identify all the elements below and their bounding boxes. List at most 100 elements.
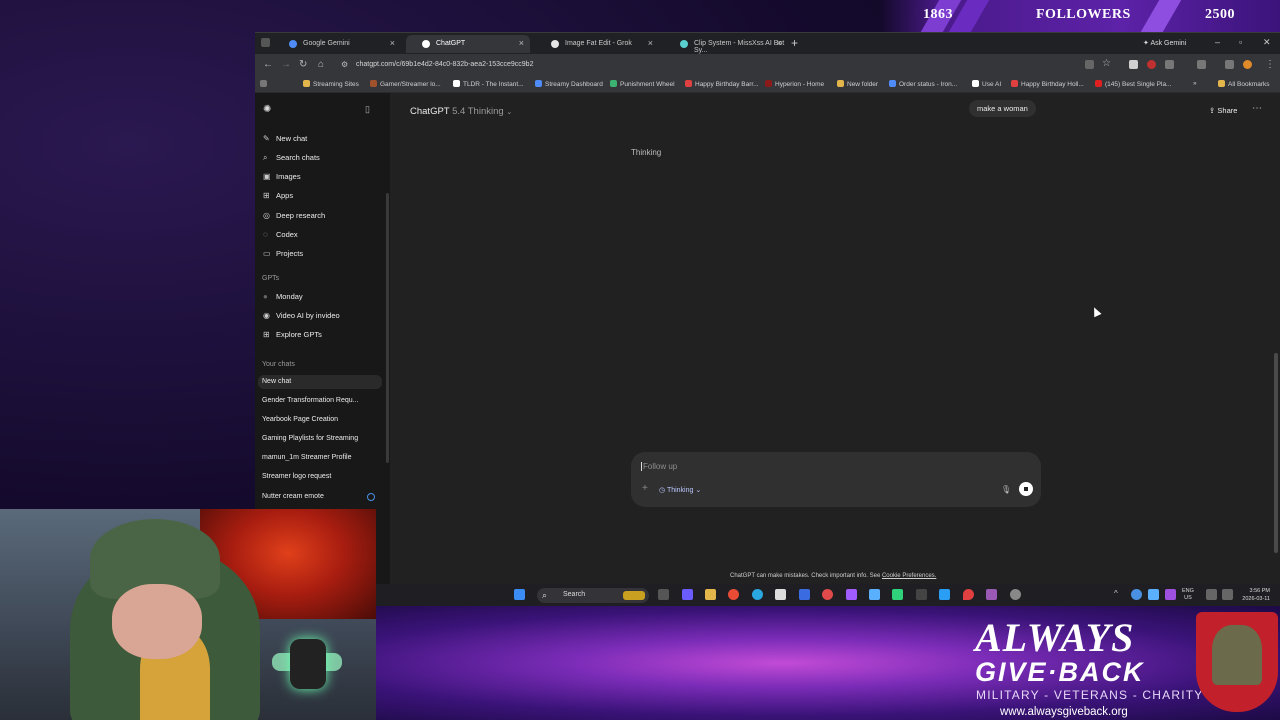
chat-item[interactable]: Nutter cream emote <box>262 493 324 500</box>
sidebar-item-images[interactable]: ▣ Images <box>263 172 301 181</box>
more-bookmarks-icon[interactable]: » <box>1193 80 1197 87</box>
file-explorer-icon[interactable] <box>705 589 716 600</box>
tab-clip-system[interactable]: Clip System - MissXss AI Bot Sy... × <box>664 35 788 54</box>
close-icon[interactable]: × <box>777 38 782 48</box>
plus-icon[interactable]: + <box>642 483 648 494</box>
app-icon[interactable] <box>682 589 693 600</box>
app-icon[interactable] <box>939 589 950 600</box>
bookmark-item[interactable]: Hyperion - Home <box>765 80 824 88</box>
new-tab-icon[interactable]: + <box>791 36 798 50</box>
star-icon[interactable]: ☆ <box>1102 58 1111 69</box>
sidebar-item-explore-gpts[interactable]: ⊞ Explore GPTs <box>263 330 322 339</box>
bookmark-item[interactable]: (145) Best Single Pla... <box>1095 80 1171 88</box>
ask-gemini-button[interactable]: ✦ Ask Gemini <box>1143 39 1186 47</box>
tab-chatgpt[interactable]: ChatGPT × <box>406 35 530 53</box>
close-icon[interactable]: × <box>519 38 524 48</box>
start-icon[interactable] <box>514 589 525 600</box>
volume-icon[interactable] <box>1222 589 1233 600</box>
bookmark-item[interactable]: Gamer/Streamer lo... <box>370 80 441 88</box>
app-icon[interactable] <box>892 589 903 600</box>
chat-item[interactable]: Streamer logo request <box>262 473 331 480</box>
close-icon[interactable]: × <box>390 38 395 48</box>
sidebar-item-apps[interactable]: ⊞ Apps <box>263 191 293 200</box>
taskbar-search[interactable]: ⌕ Search <box>537 588 649 603</box>
tray-icon[interactable] <box>1148 589 1159 600</box>
chat-item[interactable]: Gender Transformation Requ... <box>262 397 359 404</box>
reload-icon[interactable]: ↻ <box>299 59 307 70</box>
thinking-mode-button[interactable]: ◷ Thinking ⌄ <box>659 486 701 494</box>
sidebar-scrollbar[interactable] <box>386 193 389 463</box>
close-icon[interactable]: × <box>648 38 653 48</box>
tray-icon[interactable] <box>1165 589 1176 600</box>
bookmark-item[interactable]: TLDR - The Instant... <box>453 80 524 88</box>
app-icon[interactable] <box>869 589 880 600</box>
kebab-menu-icon[interactable]: ⋮ <box>1265 59 1275 70</box>
tab-google-gemini[interactable]: Google Gemini × <box>273 35 401 53</box>
bookmark-item[interactable]: Streaming Sites <box>303 80 359 88</box>
extension-icon[interactable] <box>1165 60 1174 69</box>
extension-icon[interactable] <box>1129 60 1138 69</box>
chevron-up-icon[interactable]: ^ <box>1114 589 1118 598</box>
follow-up-input[interactable]: Follow up <box>641 462 677 471</box>
task-view-icon[interactable] <box>658 589 669 600</box>
mail-icon[interactable] <box>799 589 810 600</box>
chat-item[interactable]: mamun_1m Streamer Profile <box>262 454 351 461</box>
sidebar-item-codex[interactable]: ◌ Codex <box>263 230 298 239</box>
taskbar-clock[interactable]: 3:56 PM 2026-03-11 <box>1236 587 1270 603</box>
sidebar-item-projects[interactable]: ▭ Projects <box>263 249 303 258</box>
page-icon[interactable] <box>1085 60 1094 69</box>
forward-icon[interactable]: → <box>281 59 291 70</box>
chat-item[interactable]: Gaming Playlists for Streaming <box>262 435 358 442</box>
downloads-icon[interactable] <box>1225 60 1234 69</box>
tab-grok[interactable]: Image Fat Edit - Grok × <box>535 35 659 53</box>
language-indicator[interactable]: ENG US <box>1182 588 1194 602</box>
site-info-icon[interactable]: ⚙ <box>341 60 348 69</box>
sidebar-toggle-icon[interactable]: ▯ <box>365 104 370 115</box>
soldier-icon <box>1212 625 1262 685</box>
network-icon[interactable] <box>1206 589 1217 600</box>
store-icon[interactable] <box>775 589 786 600</box>
main-scrollbar[interactable] <box>1274 353 1278 553</box>
bookmark-item[interactable]: Use AI <box>972 80 1001 88</box>
app-icon[interactable] <box>846 589 857 600</box>
apps-bookmark-icon[interactable] <box>260 80 270 88</box>
tray-icon[interactable] <box>1131 589 1142 600</box>
sidebar-item-new-chat[interactable]: ✎ New chat <box>263 134 307 143</box>
all-bookmarks[interactable]: All Bookmarks <box>1218 80 1270 88</box>
tab-search-icon[interactable] <box>261 38 270 47</box>
share-button[interactable]: ⇪ Share <box>1209 106 1237 115</box>
app-icon[interactable] <box>986 589 997 600</box>
sidebar-item-deep-research[interactable]: ◎ Deep research <box>263 211 325 220</box>
cookie-preferences-link[interactable]: Cookie Preferences. <box>882 573 936 579</box>
home-icon[interactable]: ⌂ <box>318 59 324 70</box>
back-icon[interactable]: ← <box>263 59 273 70</box>
extension-icon[interactable] <box>1147 60 1156 69</box>
minimize-icon[interactable]: – <box>1215 37 1220 47</box>
app-icon[interactable] <box>822 589 833 600</box>
sidebar-item-invideo[interactable]: ◉ Video AI by invideo <box>263 311 340 320</box>
bookmark-item[interactable]: New folder <box>837 80 878 88</box>
bookmark-item[interactable]: Punishment Wheel <box>610 80 675 88</box>
sidebar-item-monday[interactable]: ● Monday <box>263 292 303 301</box>
bookmark-item[interactable]: Streamy Dashboard <box>535 80 603 88</box>
url-field[interactable]: chatgpt.com/c/69b1e4d2-84c0-832b-aea2-15… <box>356 61 533 68</box>
microphone-icon[interactable]: 🎙 <box>1001 485 1011 494</box>
window-close-icon[interactable]: ✕ <box>1263 37 1271 48</box>
maximize-icon[interactable]: ▫ <box>1239 37 1242 47</box>
settings-icon[interactable] <box>1010 589 1021 600</box>
chrome-icon[interactable] <box>728 589 739 600</box>
chat-item[interactable]: New chat <box>262 378 291 385</box>
bookmark-item[interactable]: Order status - Iron... <box>889 80 957 88</box>
more-options-icon[interactable]: ⋯ <box>1252 103 1262 114</box>
profile-icon[interactable] <box>1243 60 1252 69</box>
terminal-icon[interactable] <box>916 589 927 600</box>
chat-item[interactable]: Yearbook Page Creation <box>262 416 338 423</box>
openai-logo-icon[interactable]: ✺ <box>263 104 271 115</box>
bookmark-item[interactable]: Happy Birthday Barr... <box>685 80 759 88</box>
model-selector[interactable]: ChatGPT 5.4 Thinking ⌄ <box>410 106 512 117</box>
sidebar-item-search-chats[interactable]: ⌕ Search chats <box>263 153 320 163</box>
sidepanel-icon[interactable] <box>1197 60 1206 69</box>
maps-icon[interactable] <box>963 589 974 600</box>
bookmark-item[interactable]: Happy Birthday Holl... <box>1011 80 1084 88</box>
edge-icon[interactable] <box>752 589 763 600</box>
